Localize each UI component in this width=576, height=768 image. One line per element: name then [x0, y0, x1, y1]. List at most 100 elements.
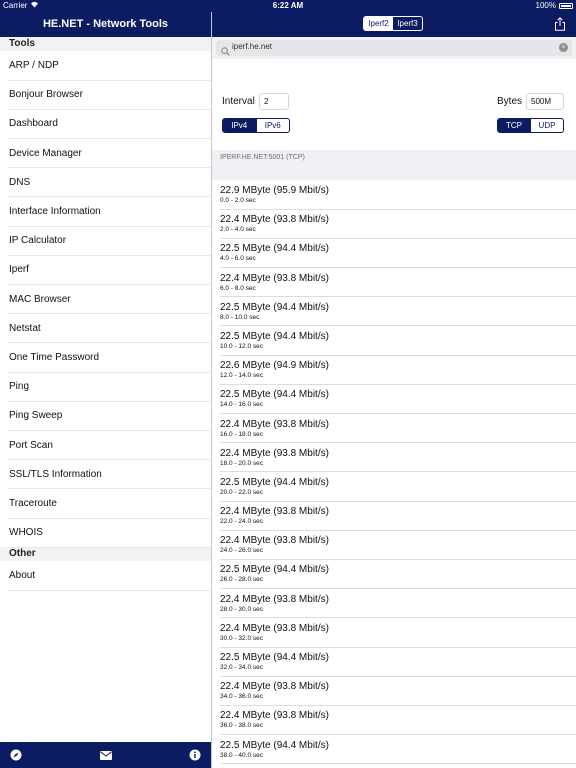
ipv6-option[interactable]: IPv6 [255, 119, 290, 132]
result-transfer: 22.4 MByte (93.8 Mbit/s) [220, 272, 329, 284]
sidebar-item-about[interactable]: About [0, 561, 211, 591]
sidebar-tabbar [0, 742, 211, 768]
interval-label: Interval [222, 96, 255, 107]
result-transfer: 22.5 MByte (94.4 Mbit/s) [220, 564, 329, 576]
result-row[interactable]: 22.4 MByte (93.8 Mbit/s) 36.0 - 38.0 sec [212, 705, 576, 735]
sidebar-item-ip-calculator[interactable]: IP Calculator [0, 226, 211, 256]
bytes-field[interactable]: 500M [526, 93, 564, 110]
clear-icon[interactable]: × [559, 43, 568, 52]
result-row[interactable]: 22.4 MByte (93.8 Mbit/s) 6.0 - 8.0 sec [212, 268, 576, 297]
result-row[interactable]: 22.4 MByte (93.8 Mbit/s) 24.0 - 26.0 sec [212, 530, 576, 560]
result-row[interactable]: 22.4 MByte (93.8 Mbit/s) 34.0 - 36.0 sec [212, 676, 576, 706]
status-bar: Carrier 6:22 AM 100% [0, 0, 576, 12]
result-interval: 2.0 - 4.0 sec [220, 226, 256, 234]
sidebar-item-port-scan[interactable]: Port Scan [0, 430, 211, 460]
result-interval: 34.0 - 36.0 sec [220, 693, 263, 701]
result-transfer: 22.4 MByte (93.8 Mbit/s) [220, 622, 329, 634]
result-row[interactable]: 22.4 MByte (93.8 Mbit/s) 2.0 - 4.0 sec [212, 209, 576, 239]
sidebar-item-mac-browser[interactable]: MAC Browser [0, 285, 211, 314]
result-row[interactable]: 22.4 MByte (93.8 Mbit/s) 16.0 - 18.0 sec [212, 414, 576, 443]
result-row[interactable]: 22.4 MByte (93.8 Mbit/s)40.0 - 42.0 sec [212, 764, 576, 768]
results-list: 22.9 MByte (95.9 Mbit/s) 0.0 - 2.0 sec 22.… [212, 180, 576, 768]
result-interval: 30.0 - 32.0 sec [220, 634, 263, 642]
sidebar-item-netstat[interactable]: Netstat [0, 314, 211, 344]
detail-nav-bar: Iperf2 Iperf3 [212, 12, 576, 37]
iperf-settings: Interval 2 Bytes 500M IPv4 IPv6 TCP UDP [212, 59, 576, 150]
sidebar-item-arp-ndp[interactable]: ARP / NDP [0, 51, 211, 81]
section-header-other: Other [0, 547, 211, 562]
status-time: 6:22 AM [272, 1, 304, 10]
sidebar-item-ssl-tls-information[interactable]: SSL/TLS Information [0, 460, 211, 490]
result-transfer: 22.4 MByte (93.8 Mbit/s) [220, 506, 329, 518]
result-transfer: 22.4 MByte (93.8 Mbit/s) [220, 447, 329, 459]
result-interval: 16.0 - 18.0 sec [220, 430, 263, 438]
host-search-input[interactable]: iperf.he.net × [216, 40, 572, 56]
result-row[interactable]: 22.4 MByte (93.8 Mbit/s) 22.0 - 24.0 sec [212, 501, 576, 531]
info-icon[interactable] [189, 749, 201, 761]
result-interval: 24.0 - 26.0 sec [220, 547, 263, 555]
result-transfer: 22.4 MByte (93.8 Mbit/s) [220, 214, 329, 226]
sidebar-item-interface-information[interactable]: Interface Information [0, 197, 211, 227]
result-row[interactable]: 22.5 MByte (94.4 Mbit/s) 32.0 - 34.0 sec [212, 647, 576, 677]
sidebar-item-dashboard[interactable]: Dashboard [0, 109, 211, 139]
result-row[interactable]: 22.5 MByte (94.4 Mbit/s) 26.0 - 28.0 sec [212, 559, 576, 589]
result-transfer: 22.5 MByte (94.4 Mbit/s) [220, 739, 329, 751]
result-transfer: 22.5 MByte (94.4 Mbit/s) [220, 389, 329, 401]
mail-icon[interactable] [99, 749, 112, 761]
result-interval: 10.0 - 12.0 sec [220, 342, 263, 350]
compass-icon[interactable] [10, 749, 22, 761]
battery-percent: 100% [535, 1, 556, 10]
share-icon[interactable] [554, 17, 566, 31]
result-interval: 38.0 - 40.0 sec [220, 751, 263, 759]
ip-version-control: IPv4 IPv6 [222, 118, 290, 133]
battery-icon [559, 3, 573, 9]
result-transfer: 22.4 MByte (93.8 Mbit/s) [220, 535, 329, 547]
sidebar-item-traceroute[interactable]: Traceroute [0, 489, 211, 519]
sidebar-item-dns[interactable]: DNS [0, 168, 211, 198]
iperf-version-control: Iperf2 Iperf3 [363, 16, 423, 31]
result-interval: 12.0 - 14.0 sec [220, 372, 263, 380]
result-transfer: 22.4 MByte (93.8 Mbit/s) [220, 418, 329, 430]
result-row[interactable]: 22.5 MByte (94.4 Mbit/s) 10.0 - 12.0 sec [212, 326, 576, 356]
sidebar-item-ping-sweep[interactable]: Ping Sweep [0, 401, 211, 431]
result-row[interactable]: 22.5 MByte (94.4 Mbit/s) 4.0 - 6.0 sec [212, 238, 576, 268]
ipv4-option[interactable]: IPv4 [223, 119, 256, 132]
result-interval: 22.0 - 24.0 sec [220, 518, 263, 526]
interval-field[interactable]: 2 [259, 93, 289, 110]
result-row[interactable]: 22.6 MByte (94.9 Mbit/s) 12.0 - 14.0 sec [212, 355, 576, 385]
result-row[interactable]: 22.5 MByte (94.4 Mbit/s) 14.0 - 16.0 sec [212, 384, 576, 414]
sidebar-item-ping[interactable]: Ping [0, 372, 211, 402]
sidebar-item-device-manager[interactable]: Device Manager [0, 139, 211, 168]
result-interval: 6.0 - 8.0 sec [220, 284, 256, 292]
result-interval: 18.0 - 20.0 sec [220, 459, 263, 467]
sidebar-item-iperf[interactable]: Iperf [0, 255, 211, 285]
result-interval: 28.0 - 30.0 sec [220, 605, 263, 613]
result-transfer: 22.5 MByte (94.4 Mbit/s) [220, 652, 329, 663]
tcp-option[interactable]: TCP [498, 119, 530, 132]
result-row[interactable]: 22.9 MByte (95.9 Mbit/s) 0.0 - 2.0 sec [212, 180, 576, 210]
search-icon [221, 43, 230, 56]
result-transfer: 22.6 MByte (94.9 Mbit/s) [220, 360, 329, 372]
result-row[interactable]: 22.5 MByte (94.4 Mbit/s) 38.0 - 40.0 sec [212, 735, 576, 764]
protocol-control: TCP UDP [497, 118, 564, 133]
result-interval: 26.0 - 28.0 sec [220, 576, 263, 584]
result-transfer: 22.5 MByte (94.4 Mbit/s) [220, 243, 329, 255]
sidebar-item-whois[interactable]: WHOIS [0, 518, 211, 548]
result-transfer: 22.5 MByte (94.4 Mbit/s) [220, 301, 329, 313]
result-row[interactable]: 22.5 MByte (94.4 Mbit/s) 8.0 - 10.0 sec [212, 297, 576, 327]
udp-option[interactable]: UDP [530, 119, 563, 132]
result-transfer: 22.9 MByte (95.9 Mbit/s) [220, 185, 329, 196]
result-row[interactable]: 22.5 MByte (94.4 Mbit/s) 20.0 - 22.0 sec [212, 472, 576, 502]
results-section-header: IPERF.HE.NET:5001 (TCP) [212, 150, 576, 180]
sidebar: HE.NET - Network Tools Tools ARP / NDP Bon… [0, 12, 211, 768]
sidebar-item-one-time-password[interactable]: One Time Password [0, 343, 211, 373]
result-interval: 20.0 - 22.0 sec [220, 488, 263, 496]
result-interval: 4.0 - 6.0 sec [220, 255, 256, 263]
results-header-label: IPERF.HE.NET:5001 (TCP) [220, 154, 305, 161]
tab-iperf2[interactable]: Iperf2 [364, 17, 393, 30]
sidebar-item-bonjour-browser[interactable]: Bonjour Browser [0, 80, 211, 110]
tab-iperf3[interactable]: Iperf3 [393, 17, 422, 30]
result-row[interactable]: 22.4 MByte (93.8 Mbit/s) 30.0 - 32.0 sec [212, 618, 576, 648]
result-row[interactable]: 22.4 MByte (93.8 Mbit/s) 18.0 - 20.0 sec [212, 443, 576, 473]
result-row[interactable]: 22.4 MByte (93.8 Mbit/s) 28.0 - 30.0 sec [212, 589, 576, 619]
